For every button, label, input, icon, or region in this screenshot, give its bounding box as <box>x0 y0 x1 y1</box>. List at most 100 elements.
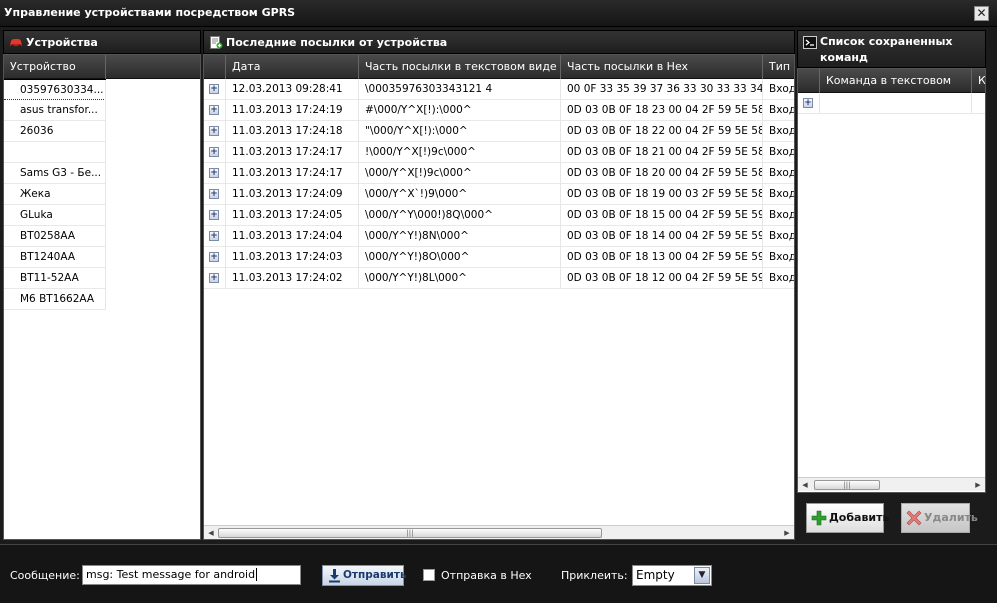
expand-icon[interactable]: + <box>209 105 219 115</box>
table-row[interactable]: +11.03.2013 17:24:05 \000/Y^Y\000!)8Q\000… <box>204 205 794 226</box>
column-expander <box>204 55 226 79</box>
expand-icon[interactable]: + <box>209 189 219 199</box>
column-device[interactable]: Устройство <box>4 55 106 79</box>
device-name: 03597630334... <box>4 80 106 101</box>
column-type[interactable]: Тип <box>763 55 794 79</box>
scroll-left-icon[interactable]: ◀ <box>207 528 215 538</box>
type-cell: Входя <box>763 184 794 205</box>
packets-title: Последние посылки от устройства <box>226 36 448 49</box>
expander-cell: + <box>204 184 226 205</box>
type-cell: Входя <box>763 226 794 247</box>
expand-icon[interactable]: + <box>209 84 219 94</box>
date-cell: 11.03.2013 17:24:19 <box>226 100 359 121</box>
attach-select-value: Empty <box>636 568 675 582</box>
table-row[interactable]: +12.03.2013 09:28:41 \00035976303343121 4… <box>204 79 794 100</box>
add-command-button[interactable]: Добавить <box>806 503 889 533</box>
devices-list: Устройство 03597630334... asus transfor..… <box>3 54 201 540</box>
expander-cell: + <box>204 121 226 142</box>
type-cell: Входя <box>763 163 794 184</box>
text-cell: \000/Y^Y\000!)8Q\000^ <box>359 205 561 226</box>
list-item[interactable] <box>4 142 106 163</box>
device-name: Sams G3 - Бе... <box>4 163 106 184</box>
device-name: 26036 <box>4 121 106 142</box>
send-label: Отправить <box>343 569 407 581</box>
plus-icon <box>811 510 827 526</box>
list-item[interactable]: Sams G3 - Бе... <box>4 163 106 184</box>
date-cell: 11.03.2013 17:24:02 <box>226 268 359 289</box>
date-cell: 11.03.2013 17:24:09 <box>226 184 359 205</box>
title-bar: Управление устройствами посредством GPRS… <box>0 0 997 27</box>
hex-cell: 0D 03 0B 0F 18 21 00 04 2F 59 5E 58... <box>561 142 763 163</box>
message-value: msg: Test message for android <box>86 568 256 581</box>
commands-title: Список сохраненных команд <box>820 35 953 64</box>
list-item[interactable]: BT1240AA <box>4 247 106 268</box>
message-input[interactable]: msg: Test message for android <box>82 565 301 585</box>
expander-cell: + <box>204 205 226 226</box>
hex-cell: 0D 03 0B 0F 18 22 00 04 2F 59 5E 58... <box>561 121 763 142</box>
message-bar: Сообщение: msg: Test message for android… <box>0 544 997 603</box>
hex-cell: 0D 03 0B 0F 18 23 00 04 2F 59 5E 58... <box>561 100 763 121</box>
column-hex[interactable]: Часть посылки в Hex <box>561 55 763 79</box>
text-cell: \000/Y^Y!)8L\000^ <box>359 268 561 289</box>
list-item[interactable]: 03597630334... <box>4 79 106 101</box>
devices-header: Устройства <box>3 30 201 54</box>
packets-grid: Дата Часть посылки в текстовом виде Част… <box>203 54 795 540</box>
table-row[interactable]: +11.03.2013 17:24:02 \000/Y^Y!)8L\000^ 0D … <box>204 268 794 289</box>
list-item[interactable]: GLuka <box>4 205 106 226</box>
list-item[interactable]: BT0258AA <box>4 226 106 247</box>
list-item[interactable]: M6 BT1662AA <box>4 289 106 310</box>
scroll-left-icon[interactable]: ◀ <box>801 480 809 490</box>
expand-icon[interactable]: + <box>803 98 813 108</box>
list-item[interactable]: 26036 <box>4 121 106 142</box>
car-icon <box>10 39 22 48</box>
hex-cell: 0D 03 0B 0F 18 14 00 04 2F 59 5E 59... <box>561 226 763 247</box>
device-name: BT0258AA <box>4 226 106 247</box>
send-button[interactable]: Отправить <box>322 565 407 586</box>
message-label: Сообщение: <box>10 569 80 582</box>
text-cell: "\000/Y^X[!):\000^ <box>359 121 561 142</box>
date-cell: 11.03.2013 17:24:17 <box>226 142 359 163</box>
table-row[interactable]: +11.03.2013 17:24:17 !\000/Y^X[!)9c\000^ 0… <box>204 142 794 163</box>
expand-icon[interactable]: + <box>209 147 219 157</box>
attach-select[interactable]: Empty ▼ <box>632 565 712 586</box>
close-icon[interactable]: ✕ <box>974 6 989 21</box>
column-command-extra[interactable]: К <box>972 69 985 93</box>
expand-icon[interactable]: + <box>209 231 219 241</box>
expand-icon[interactable]: + <box>209 252 219 262</box>
scroll-thumb[interactable]: ||| <box>814 480 880 490</box>
text-cell: \000/Y^X[!)9c\000^ <box>359 163 561 184</box>
scroll-right-icon[interactable]: ▶ <box>974 480 982 490</box>
table-row[interactable]: +11.03.2013 17:24:19 #\000/Y^X[!):\000^ 0D… <box>204 100 794 121</box>
list-item[interactable]: Жека <box>4 184 106 205</box>
expander-cell: + <box>204 142 226 163</box>
table-row[interactable]: +11.03.2013 17:24:18 "\000/Y^X[!):\000^ 0D… <box>204 121 794 142</box>
commands-hscrollbar[interactable]: ◀ ||| ▶ <box>798 477 985 491</box>
column-text[interactable]: Часть посылки в текстовом виде <box>359 55 561 79</box>
table-row[interactable]: +11.03.2013 17:24:04 \000/Y^Y!)8N\000^ 0D … <box>204 226 794 247</box>
list-item[interactable]: BT11-52AA <box>4 268 106 289</box>
delete-command-button[interactable]: Удалить <box>901 503 978 533</box>
column-command-text[interactable]: Команда в текстовом <box>820 69 972 93</box>
expander-cell: + <box>204 163 226 184</box>
chevron-down-icon[interactable]: ▼ <box>694 567 710 584</box>
expand-icon[interactable]: + <box>209 168 219 178</box>
hex-checkbox[interactable] <box>423 569 435 581</box>
expand-icon[interactable]: + <box>209 126 219 136</box>
device-name: Жека <box>4 184 106 205</box>
scroll-right-icon[interactable]: ▶ <box>783 528 791 538</box>
table-row[interactable]: + <box>798 93 985 114</box>
scroll-thumb[interactable]: ||| <box>218 528 602 538</box>
expand-icon[interactable]: + <box>209 273 219 283</box>
table-row[interactable]: +11.03.2013 17:24:17 \000/Y^X[!)9c\000^ 0… <box>204 163 794 184</box>
packets-hscrollbar[interactable]: ◀ ||| ▶ <box>204 525 794 539</box>
hex-cell: 0D 03 0B 0F 18 12 00 04 2F 59 5E 59... <box>561 268 763 289</box>
commands-grid: Команда в текстовом К + ◀ ||| ▶ <box>797 68 986 493</box>
column-date[interactable]: Дата <box>226 55 359 79</box>
text-cell: \000/Y^Y!)8N\000^ <box>359 226 561 247</box>
expander-cell: + <box>204 268 226 289</box>
packets-header: Последние посылки от устройства <box>203 30 795 54</box>
expand-icon[interactable]: + <box>209 210 219 220</box>
table-row[interactable]: +11.03.2013 17:24:09 \000/Y^X`!)9\000^ 0D … <box>204 184 794 205</box>
table-row[interactable]: +11.03.2013 17:24:03 \000/Y^Y!)8O\000^ 0D … <box>204 247 794 268</box>
list-item[interactable]: asus transfor... <box>4 100 106 121</box>
